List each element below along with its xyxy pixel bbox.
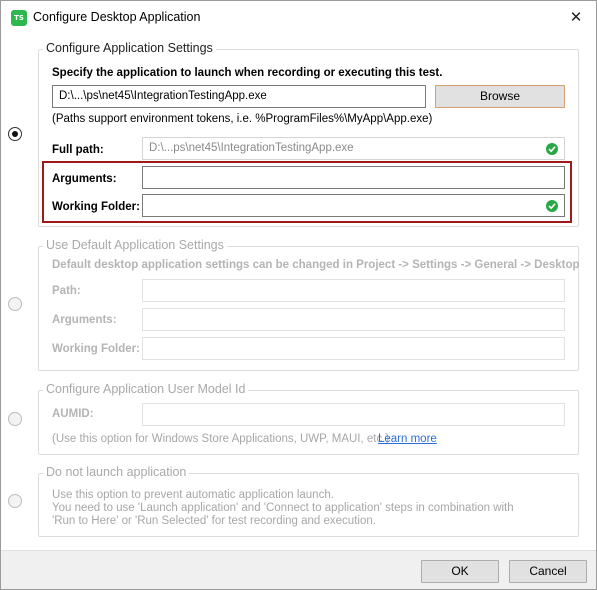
cancel-button[interactable]: Cancel: [509, 560, 587, 583]
configure-desktop-application-dialog: TS Configure Desktop Application ✕ Confi…: [0, 0, 597, 590]
dialog-footer: OK Cancel: [1, 550, 596, 589]
full-path-value: D:\...ps\net45\IntegrationTestingApp.exe: [149, 142, 354, 154]
close-icon[interactable]: ✕: [556, 1, 596, 33]
group-legend: Use Default Application Settings: [43, 238, 227, 252]
aumid-note: (Use this option for Windows Store Appli…: [52, 433, 390, 445]
path-tokens-note: (Paths support environment tokens, i.e. …: [52, 113, 433, 125]
browse-button[interactable]: Browse: [435, 85, 565, 108]
aumid-label: AUMID:: [52, 408, 94, 420]
default-working-folder-field: [142, 337, 565, 360]
group-legend: Configure Application User Model Id: [43, 382, 249, 396]
radio-configure-application-settings[interactable]: [8, 127, 22, 141]
instruction-text: Specify the application to launch when r…: [52, 67, 443, 79]
title-bar: TS Configure Desktop Application ✕: [1, 1, 596, 33]
radio-do-not-launch[interactable]: [8, 494, 22, 508]
arguments-label: Arguments:: [52, 173, 117, 185]
no-launch-line-3: 'Run to Here' or 'Run Selected' for test…: [52, 515, 376, 527]
learn-more-link[interactable]: Learn more: [378, 433, 437, 445]
group-legend: Do not launch application: [43, 465, 190, 479]
full-path-field: D:\...ps\net45\IntegrationTestingApp.exe: [142, 137, 565, 160]
working-folder-label: Working Folder:: [52, 201, 140, 213]
no-launch-line-2: You need to use 'Launch application' and…: [52, 502, 514, 514]
default-working-folder-label: Working Folder:: [52, 343, 140, 355]
full-path-label: Full path:: [52, 144, 104, 156]
aumid-field: [142, 403, 565, 426]
default-path-label: Path:: [52, 285, 81, 297]
default-settings-info: Default desktop application settings can…: [52, 259, 580, 271]
ok-button[interactable]: OK: [421, 560, 499, 583]
group-legend: Configure Application Settings: [43, 41, 216, 55]
app-logo-icon: TS: [11, 10, 27, 26]
default-path-field: [142, 279, 565, 302]
working-folder-input[interactable]: [142, 194, 565, 217]
dialog-title: Configure Desktop Application: [33, 10, 201, 24]
no-launch-line-1: Use this option to prevent automatic app…: [52, 489, 334, 501]
default-arguments-field: [142, 308, 565, 331]
valid-check-icon: [546, 143, 558, 155]
valid-check-icon: [546, 200, 558, 212]
default-arguments-label: Arguments:: [52, 314, 117, 326]
radio-use-default-settings[interactable]: [8, 297, 22, 311]
radio-configure-aumid[interactable]: [8, 412, 22, 426]
application-path-input[interactable]: D:\...\ps\net45\IntegrationTestingApp.ex…: [52, 85, 426, 108]
arguments-input[interactable]: [142, 166, 565, 189]
